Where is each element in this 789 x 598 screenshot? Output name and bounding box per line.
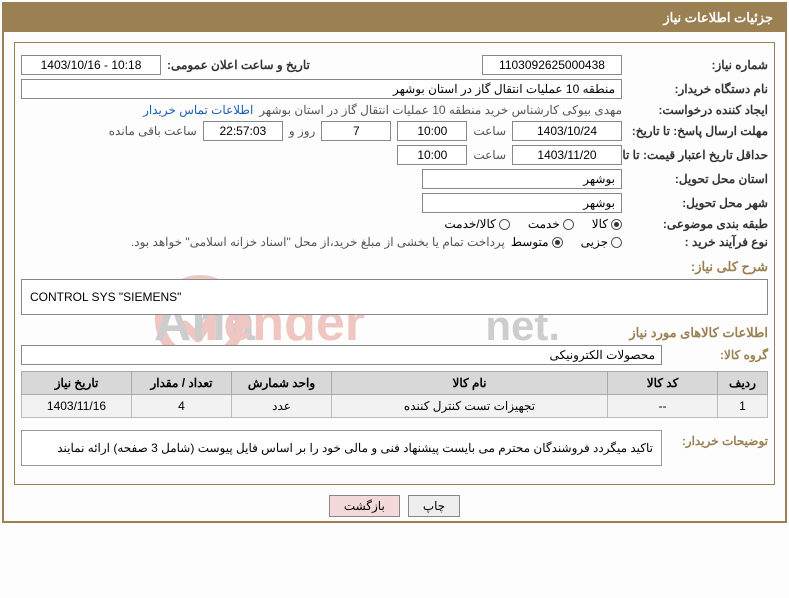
overall-need-label: شرح کلی نیاز: [21,259,768,275]
table-row: 1 -- تجهیزات تست کنترل کننده عدد 4 1403/… [22,395,768,418]
buyer-contact-link[interactable]: اطلاعات تماس خریدار [143,103,253,117]
category-option-0-label: کالا [592,217,608,231]
panel-title: جزئیات اطلاعات نیاز [4,4,785,32]
row-category: طبقه بندی موضوعی: کالا خدمت کالا/خدمت [21,217,768,231]
min-validity-date: 1403/11/20 [512,145,622,165]
radio-icon [552,237,563,248]
cell-idx: 1 [718,395,768,418]
row-process: نوع فرآیند خرید : جزیی متوسط پرداخت تمام… [21,235,768,249]
need-number-label: شماره نیاز: [628,58,768,72]
cell-date: 1403/11/16 [22,395,132,418]
goods-table: ردیف کد کالا نام کالا واحد شمارش تعداد /… [21,371,768,418]
cell-code: -- [608,395,718,418]
buyer-org-value: منطقه 10 عملیات انتقال گاز در استان بوشه… [21,79,622,99]
col-idx: ردیف [718,372,768,395]
city-value: بوشهر [422,193,622,213]
province-label: استان محل تحویل: [628,172,768,186]
deadline-countdown: 22:57:03 [203,121,283,141]
row-buyer-org: نام دستگاه خریدار: منطقه 10 عملیات انتقا… [21,79,768,99]
deadline-reply-date: 1403/10/24 [512,121,622,141]
goods-section-title: اطلاعات کالاهای مورد نیاز [21,325,768,341]
col-date: تاریخ نیاز [22,372,132,395]
process-option-0-label: جزیی [581,235,608,249]
col-code: کد کالا [608,372,718,395]
process-label: نوع فرآیند خرید : [628,235,768,249]
cell-qty: 4 [132,395,232,418]
col-qty: تعداد / مقدار [132,372,232,395]
deadline-reply-time: 10:00 [397,121,467,141]
back-button[interactable]: بازگشت [329,495,400,517]
print-button[interactable]: چاپ [408,495,460,517]
goods-group-value: محصولات الکترونیکی [21,345,662,365]
goods-table-header-row: ردیف کد کالا نام کالا واحد شمارش تعداد /… [22,372,768,395]
process-note: پرداخت تمام یا بخشی از مبلغ خرید،از محل … [131,235,505,249]
overall-need-value: CONTROL SYS "SIEMENS" [21,279,768,315]
row-min-validity: حداقل تاریخ اعتبار قیمت: تا تاریخ: 1403/… [21,145,768,165]
min-validity-time-label: ساعت [473,148,506,162]
min-validity-label: حداقل تاریخ اعتبار قیمت: تا تاریخ: [628,148,768,162]
buyer-org-label: نام دستگاه خریدار: [628,82,768,96]
category-option-1[interactable]: خدمت [528,217,574,231]
row-city: شهر محل تحویل: بوشهر [21,193,768,213]
min-validity-time: 10:00 [397,145,467,165]
row-goods-group: گروه کالا: محصولات الکترونیکی [21,345,768,365]
deadline-reply-label: مهلت ارسال پاسخ: تا تاریخ: [628,124,768,138]
col-name: نام کالا [332,372,608,395]
announce-label: تاریخ و ساعت اعلان عمومی: [167,58,310,72]
process-radio-group: جزیی متوسط [511,235,622,249]
goods-group-label: گروه کالا: [668,348,768,362]
form-body: شماره نیاز: 1103092625000438 تاریخ و ساع… [14,42,775,485]
process-option-0[interactable]: جزیی [581,235,622,249]
footer-buttons: چاپ بازگشت [4,495,785,517]
days-and-label: روز و [289,124,316,138]
col-unit: واحد شمارش [232,372,332,395]
row-buyer-note: توضیحات خریدار: تاکید میگردد فروشندگان م… [21,424,768,472]
row-deadline-reply: مهلت ارسال پاسخ: تا تاریخ: 1403/10/24 سا… [21,121,768,141]
announce-value: 1403/10/16 - 10:18 [21,55,161,75]
radio-icon [563,219,574,230]
process-option-1-label: متوسط [511,235,549,249]
radio-icon [611,219,622,230]
remaining-label: ساعت باقی مانده [109,124,197,138]
radio-icon [611,237,622,248]
cell-name: تجهیزات تست کنترل کننده [332,395,608,418]
category-option-2-label: کالا/خدمت [444,217,495,231]
row-province: استان محل تحویل: بوشهر [21,169,768,189]
radio-icon [499,219,510,230]
need-number-value: 1103092625000438 [482,55,622,75]
category-option-1-label: خدمت [528,217,560,231]
row-requestor: ایجاد کننده درخواست: مهدی بیوکی کارشناس … [21,103,768,117]
cell-unit: عدد [232,395,332,418]
province-value: بوشهر [422,169,622,189]
category-option-0[interactable]: کالا [592,217,622,231]
buyer-note-text: تاکید میگردد فروشندگان محترم می بایست پی… [21,430,662,466]
details-panel: جزئیات اطلاعات نیاز Aria Tender .net شما… [2,2,787,523]
process-option-1[interactable]: متوسط [511,235,563,249]
city-label: شهر محل تحویل: [628,196,768,210]
deadline-time-label: ساعت [473,124,506,138]
row-need-number: شماره نیاز: 1103092625000438 تاریخ و ساع… [21,55,768,75]
deadline-reply-days: 7 [321,121,391,141]
requestor-label: ایجاد کننده درخواست: [628,103,768,117]
category-option-2[interactable]: کالا/خدمت [444,217,509,231]
requestor-value: مهدی بیوکی کارشناس خرید منطقه 10 عملیات … [259,103,622,117]
buyer-note-label: توضیحات خریدار: [668,424,768,448]
category-radio-group: کالا خدمت کالا/خدمت [444,217,622,231]
category-label: طبقه بندی موضوعی: [628,217,768,231]
